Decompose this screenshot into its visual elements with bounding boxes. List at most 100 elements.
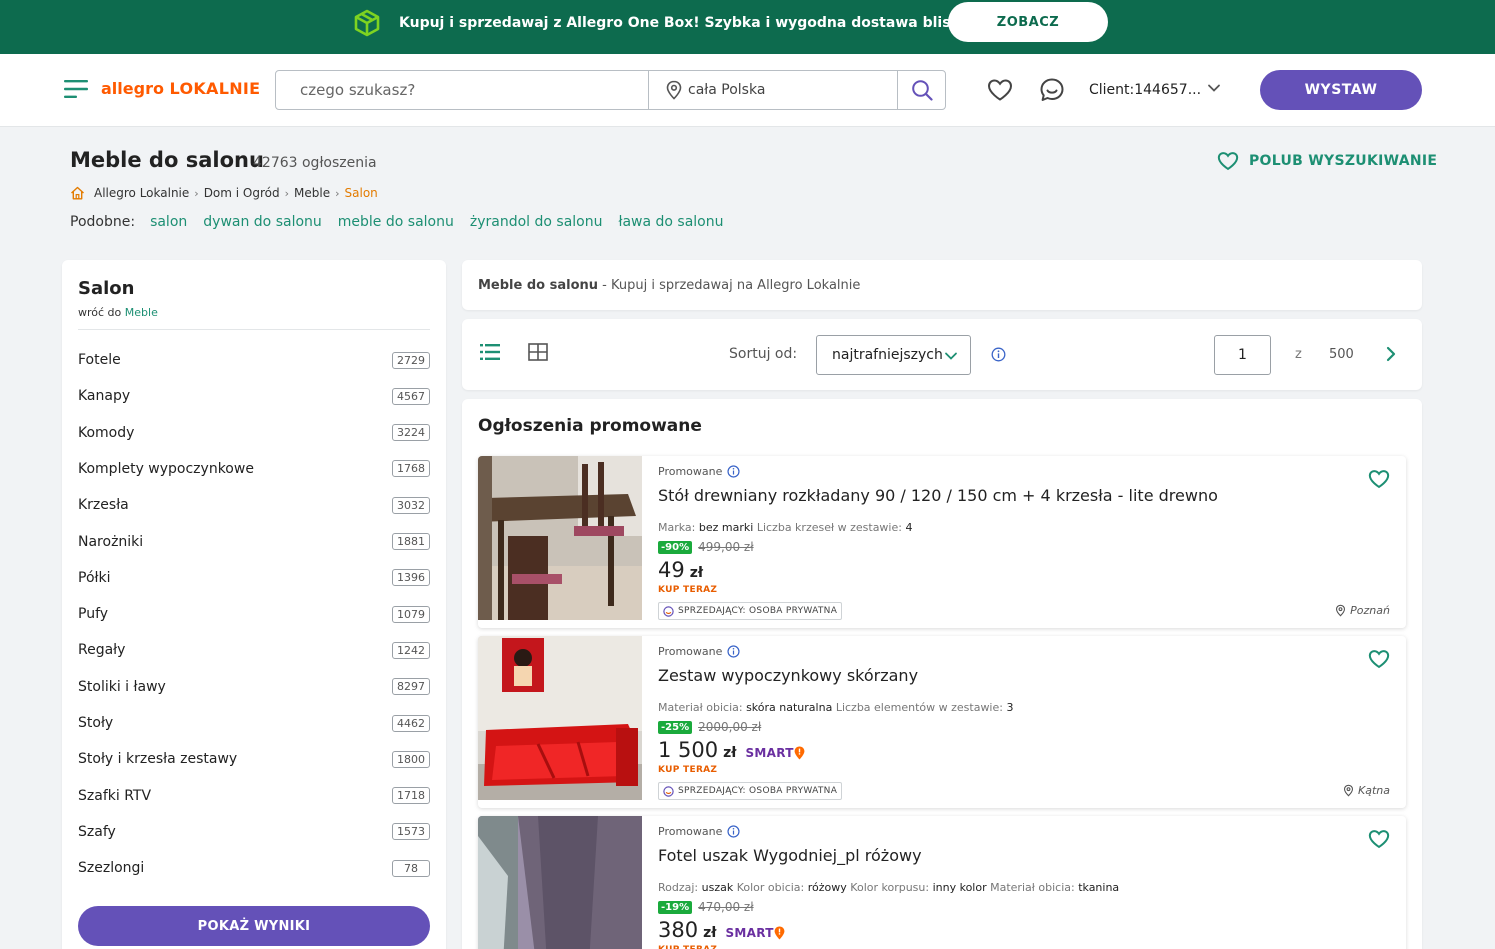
similar-tag[interactable]: salon	[150, 214, 187, 230]
search-input[interactable]	[276, 71, 648, 109]
promoted-listings: Ogłoszenia promowane Promowane Stół drew…	[462, 399, 1422, 949]
attr-value: 4	[905, 521, 913, 534]
discount-badge: -90%	[658, 540, 693, 554]
attr-label: Liczba krzeseł w zestawie:	[756, 521, 902, 534]
similar-tag[interactable]: żyrandol do salonu	[470, 214, 603, 230]
info-icon[interactable]	[991, 347, 1006, 362]
listing-card[interactable]: Promowane Zestaw wypoczynkowy skórzany M…	[478, 636, 1406, 808]
sidebar-category-item[interactable]: Szezlongi 78	[78, 857, 430, 879]
similar-tag[interactable]: dywan do salonu	[203, 214, 322, 230]
sidebar-category-item[interactable]: Stoliki i ławy 8297	[78, 676, 430, 698]
listing-title[interactable]: Fotel uszak Wygodniej_pl różowy	[658, 846, 922, 865]
price-currency: zł	[703, 925, 717, 941]
home-icon[interactable]	[70, 186, 85, 200]
seller-badge: SPRZEDAJĄCY: OSOBA PRYWATNA	[658, 602, 843, 620]
attr-value: różowy	[807, 881, 847, 894]
category-count: 78	[392, 859, 430, 877]
attr-label: Marka:	[658, 521, 696, 534]
location-name: Poznań	[1350, 604, 1390, 617]
attr-label: Materiał obicia:	[990, 881, 1075, 894]
info-icon[interactable]	[727, 645, 740, 658]
favorites-heart-icon[interactable]	[987, 78, 1013, 102]
category-sidebar: Salon wróć do Meble Fotele 2729 Kanapy 4567…	[62, 260, 446, 949]
sidebar-category-item[interactable]: Stoły i krzesła zestawy 1800	[78, 748, 430, 770]
location-input[interactable]	[688, 71, 896, 109]
sidebar-category-item[interactable]: Kanapy 4567	[78, 385, 430, 407]
price-currency: zł	[723, 745, 737, 761]
chevron-right-icon[interactable]	[1385, 346, 1397, 362]
breadcrumb-item[interactable]: Dom i Ogród	[204, 186, 280, 200]
sidebar-category-item[interactable]: Stoły 4462	[78, 712, 430, 734]
account-name[interactable]: Client:144657...	[1089, 82, 1201, 98]
sidebar-category-item[interactable]: Szafki RTV 1718	[78, 785, 430, 807]
favorite-heart-icon[interactable]	[1368, 469, 1390, 489]
show-results-button[interactable]: POKAŻ WYNIKI	[78, 906, 430, 946]
chevron-down-icon[interactable]	[1207, 83, 1221, 93]
breadcrumb-item[interactable]: Meble	[294, 186, 330, 200]
sidebar-category-item[interactable]: Krzesła 3032	[78, 494, 430, 516]
allegro-lokalnie-logo[interactable]: allegro LOKALNIE	[101, 79, 260, 98]
results-header: Meble do salonu - Kupuj i sprzedawaj na …	[462, 260, 1422, 310]
sidebar-category-item[interactable]: Pufy 1079	[78, 603, 430, 625]
category-count: 4567	[392, 387, 430, 405]
banner-text: Kupuj i sprzedawaj z Allegro One Box! Sz…	[399, 15, 1023, 31]
save-search-button[interactable]: POLUB WYSZUKIWANIE	[1217, 151, 1437, 171]
category-name: Szezlongi	[78, 860, 145, 877]
breadcrumb-separator-icon: ›	[284, 186, 290, 200]
list-view-icon[interactable]	[480, 343, 500, 361]
listing-photo-table[interactable]	[478, 456, 642, 620]
sidebar-category-item[interactable]: Fotele 2729	[78, 349, 430, 371]
listing-card[interactable]: Promowane Fotel uszak Wygodniej_pl różow…	[478, 816, 1406, 949]
breadcrumb-item[interactable]: Allegro Lokalnie	[94, 186, 189, 200]
messages-chat-icon[interactable]	[1039, 77, 1065, 103]
menu-icon[interactable]	[64, 79, 88, 99]
back-link[interactable]: Meble	[125, 306, 158, 319]
attr-value: bez marki	[698, 521, 754, 534]
banner-see-button[interactable]: ZOBACZ	[948, 2, 1108, 42]
discount-badge: -19%	[658, 900, 693, 914]
sidebar-category-item[interactable]: Półki 1396	[78, 567, 430, 589]
listing-location: Kątna	[1343, 784, 1390, 797]
sidebar-category-item[interactable]: Komplety wypoczynkowe 1768	[78, 458, 430, 480]
grid-view-icon[interactable]	[528, 343, 548, 361]
search-button[interactable]	[898, 71, 946, 109]
category-count: 1881	[392, 533, 430, 550]
sidebar-category-item[interactable]: Regały 1242	[78, 639, 430, 661]
listing-attributes: Materiał obicia: skóra naturalna Liczba …	[658, 701, 1013, 714]
smart-label: SMART	[725, 926, 774, 940]
promoted-label: Promowane	[658, 825, 723, 838]
similar-tag[interactable]: ława do salonu	[618, 214, 723, 230]
page-total: 500	[1329, 347, 1354, 362]
favorite-heart-icon[interactable]	[1368, 829, 1390, 849]
save-search-label: POLUB WYSZUKIWANIE	[1249, 153, 1438, 169]
listing-photo-sofa[interactable]	[478, 636, 642, 800]
similar-searches: Podobne: salon dywan do salonu meble do …	[70, 214, 740, 230]
page-number-input[interactable]	[1214, 335, 1271, 375]
similar-tag[interactable]: meble do salonu	[338, 214, 454, 230]
category-count: 1396	[392, 569, 430, 587]
info-icon[interactable]	[727, 465, 740, 478]
post-listing-button[interactable]: WYSTAW	[1260, 70, 1422, 110]
listing-card[interactable]: Promowane Stół drewniany rozkładany 90 /…	[478, 456, 1406, 628]
sidebar-category-item[interactable]: Szafy 1573	[78, 821, 430, 843]
attr-value: 3	[1006, 701, 1014, 714]
chevron-down-icon	[945, 352, 957, 360]
favorite-heart-icon[interactable]	[1368, 649, 1390, 669]
listing-title[interactable]: Zestaw wypoczynkowy skórzany	[658, 666, 918, 685]
category-count: 1768	[392, 460, 430, 478]
sort-label: Sortuj od:	[729, 346, 798, 362]
listing-title[interactable]: Stół drewniany rozkładany 90 / 120 / 150…	[658, 486, 1218, 505]
old-price: 499,00 zł	[698, 540, 754, 554]
category-count: 3032	[392, 496, 430, 514]
results-header-subtitle: - Kupuj i sprzedawaj na Allegro Lokalnie	[598, 278, 861, 293]
category-name: Stoliki i ławy	[78, 678, 166, 695]
promoted-badge: Promowane	[658, 825, 740, 838]
listing-photo-armchair[interactable]	[478, 816, 642, 949]
logo-lokalnie: LOKALNIE	[169, 79, 261, 98]
promoted-label: Promowane	[658, 465, 723, 478]
sort-select[interactable]: najtrafniejszych	[816, 335, 971, 375]
info-icon[interactable]	[727, 825, 740, 838]
breadcrumb-separator-icon: ›	[194, 186, 199, 200]
sidebar-category-item[interactable]: Komody 3224	[78, 422, 430, 444]
sidebar-category-item[interactable]: Narożniki 1881	[78, 531, 430, 553]
